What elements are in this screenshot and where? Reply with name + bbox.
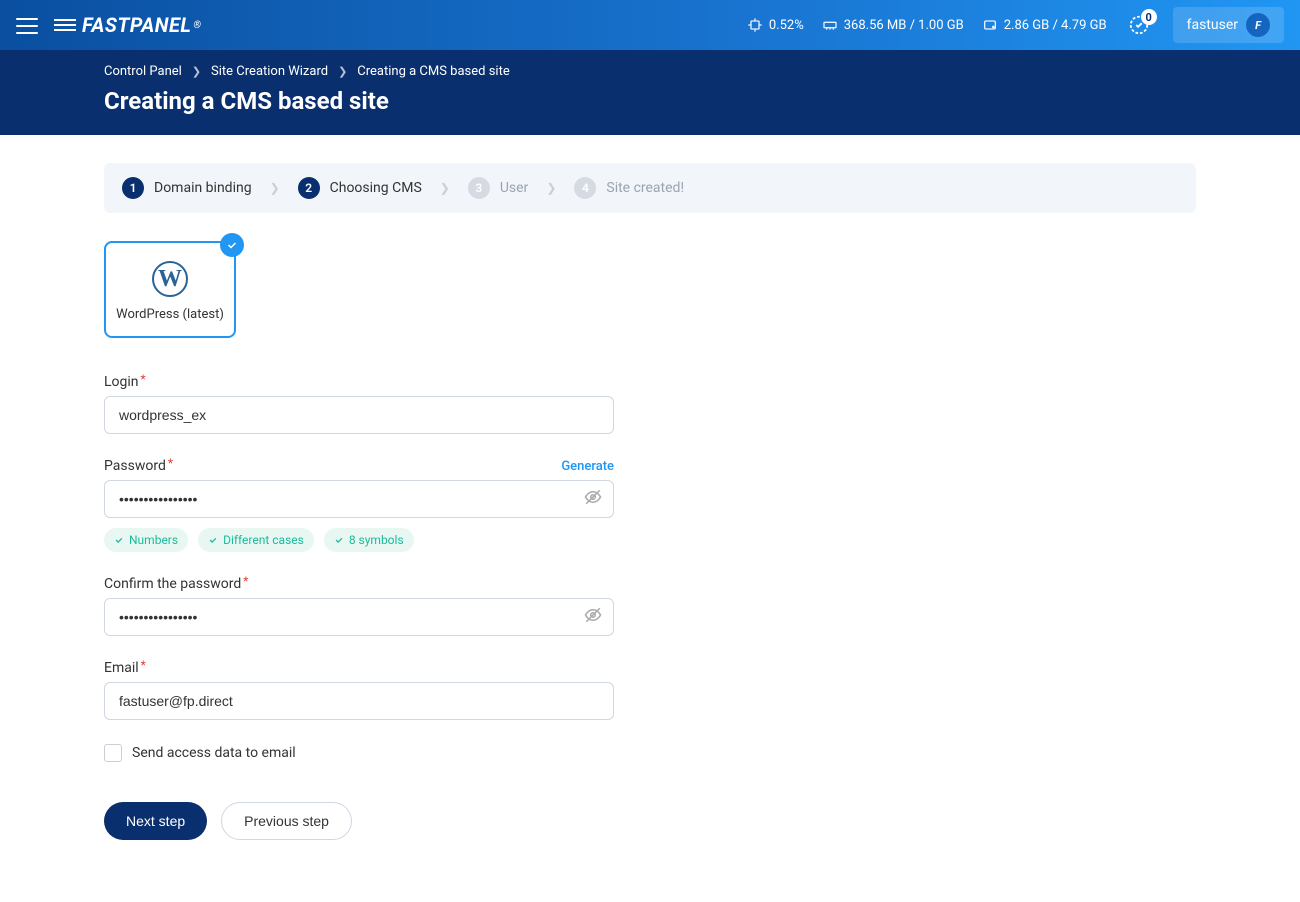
field-email: Email* (104, 660, 614, 720)
disk-stat[interactable]: 2.86 GB / 4.79 GB (982, 17, 1107, 33)
field-login: Login* (104, 374, 614, 434)
send-email-checkbox[interactable] (104, 744, 122, 762)
login-input[interactable] (104, 396, 614, 434)
cms-form: Login* Password* Generate Numbers Differ… (104, 374, 614, 840)
step-domain-binding[interactable]: 1 Domain binding (122, 177, 252, 199)
required-mark: * (141, 372, 146, 386)
breadcrumb: Control Panel ❯ Site Creation Wizard ❯ C… (104, 64, 1196, 79)
form-buttons: Next step Previous step (104, 802, 614, 840)
cpu-stat[interactable]: 0.52% (747, 17, 804, 33)
password-label: Password (104, 458, 166, 474)
send-email-row: Send access data to email (104, 744, 614, 762)
chevron-right-icon: ❯ (270, 181, 280, 195)
previous-step-button[interactable]: Previous step (221, 802, 352, 840)
wizard-steps: 1 Domain binding ❯ 2 Choosing CMS ❯ 3 Us… (104, 163, 1196, 213)
content: 1 Domain binding ❯ 2 Choosing CMS ❯ 3 Us… (30, 135, 1270, 880)
cms-card-wordpress[interactable]: W WordPress (latest) (104, 241, 236, 338)
password-hints: Numbers Different cases 8 symbols (104, 528, 614, 552)
field-confirm-password: Confirm the password* (104, 576, 614, 636)
step-number: 1 (122, 177, 144, 199)
required-mark: * (168, 456, 173, 470)
step-label: Site created! (606, 180, 684, 196)
send-email-label: Send access data to email (132, 745, 296, 761)
breadcrumb-item[interactable]: Creating a CMS based site (357, 64, 509, 79)
disk-value: 2.86 GB / 4.79 GB (1004, 18, 1107, 33)
ram-value: 368.56 MB / 1.00 GB (844, 18, 964, 33)
breadcrumb-item[interactable]: Site Creation Wizard (211, 64, 328, 79)
hint-numbers: Numbers (104, 528, 188, 552)
cpu-icon (747, 17, 763, 33)
cpu-value: 0.52% (769, 18, 804, 33)
logo[interactable]: FASTPANEL ® (54, 13, 202, 37)
required-mark: * (141, 658, 146, 672)
logo-registered: ® (193, 20, 201, 31)
step-number: 2 (298, 177, 320, 199)
ram-icon (822, 17, 838, 33)
notif-badge: 0 (1141, 9, 1157, 25)
generate-password-link[interactable]: Generate (561, 459, 614, 474)
step-label: User (500, 180, 528, 196)
password-input[interactable] (104, 480, 614, 518)
subheader: Control Panel ❯ Site Creation Wizard ❯ C… (0, 50, 1300, 135)
ram-stat[interactable]: 368.56 MB / 1.00 GB (822, 17, 964, 33)
chevron-right-icon: ❯ (546, 181, 556, 195)
field-password: Password* Generate Numbers Different cas… (104, 458, 614, 552)
email-label: Email (104, 660, 139, 676)
step-number: 3 (468, 177, 490, 199)
breadcrumb-item[interactable]: Control Panel (104, 64, 182, 79)
username: fastuser (1187, 17, 1238, 33)
page-title: Creating a CMS based site (104, 87, 1196, 115)
confirm-label: Confirm the password (104, 576, 241, 592)
hint-symbols: 8 symbols (324, 528, 414, 552)
step-choosing-cms[interactable]: 2 Choosing CMS (298, 177, 422, 199)
email-input[interactable] (104, 682, 614, 720)
chevron-right-icon: ❯ (440, 181, 450, 195)
selected-check-icon (220, 233, 244, 257)
confirm-password-input[interactable] (104, 598, 614, 636)
notifications-button[interactable]: 0 (1125, 11, 1153, 39)
disk-icon (982, 17, 998, 33)
step-number: 4 (574, 177, 596, 199)
user-menu[interactable]: fastuser F (1173, 7, 1284, 43)
logo-bars-icon (54, 19, 76, 31)
step-user: 3 User (468, 177, 528, 199)
eye-off-icon[interactable] (584, 606, 602, 628)
wordpress-icon: W (152, 261, 188, 297)
chevron-right-icon: ❯ (192, 65, 201, 78)
chevron-right-icon: ❯ (338, 65, 347, 78)
hint-cases: Different cases (198, 528, 314, 552)
avatar: F (1246, 13, 1270, 37)
step-label: Choosing CMS (330, 180, 422, 196)
logo-text: FASTPANEL (82, 13, 191, 37)
eye-off-icon[interactable] (584, 488, 602, 510)
step-site-created: 4 Site created! (574, 177, 684, 199)
cms-name: WordPress (latest) (112, 307, 228, 322)
topbar: FASTPANEL ® 0.52% 368.56 MB / 1.00 GB 2.… (0, 0, 1300, 50)
next-step-button[interactable]: Next step (104, 802, 207, 840)
step-label: Domain binding (154, 180, 252, 196)
hamburger-menu-icon[interactable] (16, 13, 40, 37)
login-label: Login (104, 374, 139, 390)
required-mark: * (243, 574, 248, 588)
